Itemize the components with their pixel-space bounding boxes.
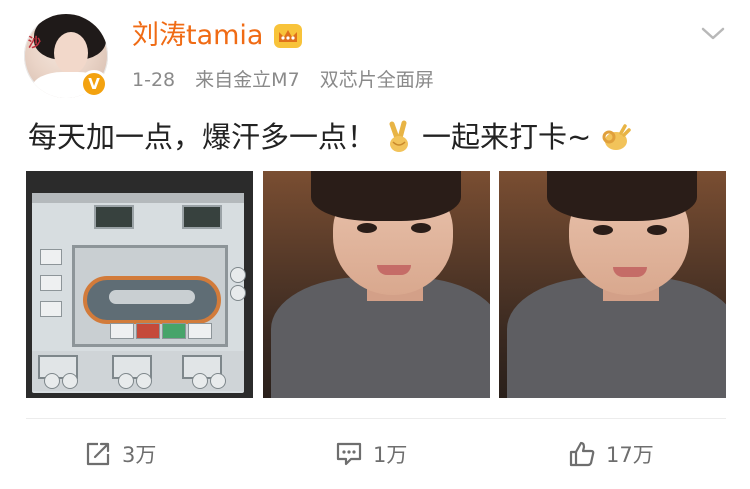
share-count: 3万 <box>122 443 157 467</box>
post-image-selfie-1[interactable] <box>263 171 490 398</box>
username-text: 刘涛tamia <box>132 20 264 51</box>
ok-hand-icon <box>602 124 632 150</box>
like-button[interactable]: 17万 <box>568 436 654 472</box>
weibo-post: 沙 V 刘涛tamia 1-28 来自金立M7 双芯片全面屏 每天加一点，爆汗多… <box>0 0 750 489</box>
crown-icon <box>274 24 303 48</box>
comment-icon <box>336 442 362 466</box>
comment-button[interactable]: 1万 <box>335 436 407 472</box>
post-source[interactable]: 来自金立M7 <box>195 69 299 91</box>
like-count: 17万 <box>606 443 654 467</box>
victory-hand-icon <box>389 120 409 152</box>
post-text-part2: 一起来打卡~ <box>422 120 592 154</box>
post-meta: 1-28 来自金立M7 双芯片全面屏 <box>132 66 448 94</box>
chevron-down-icon[interactable] <box>700 24 726 44</box>
avatar-magazine-text: 沙 <box>28 36 42 51</box>
verified-badge: V <box>80 70 108 98</box>
avatar-face <box>54 32 88 74</box>
post-text-part1: 每天加一点，爆汗多一点！ <box>28 120 377 154</box>
post-image-selfie-2[interactable] <box>499 171 726 398</box>
post-text: 每天加一点，爆汗多一点！ 一起来打卡~ <box>28 117 637 157</box>
divider <box>26 418 726 419</box>
post-device-note[interactable]: 双芯片全面屏 <box>320 69 434 91</box>
treadmill-console <box>32 193 246 393</box>
share-icon <box>86 442 110 466</box>
comment-count: 1万 <box>373 443 408 467</box>
thumbs-up-icon <box>569 441 595 467</box>
post-date: 1-28 <box>132 69 176 91</box>
username[interactable]: 刘涛tamia <box>132 18 303 54</box>
share-button[interactable]: 3万 <box>84 436 156 472</box>
post-image-treadmill[interactable] <box>26 171 253 398</box>
